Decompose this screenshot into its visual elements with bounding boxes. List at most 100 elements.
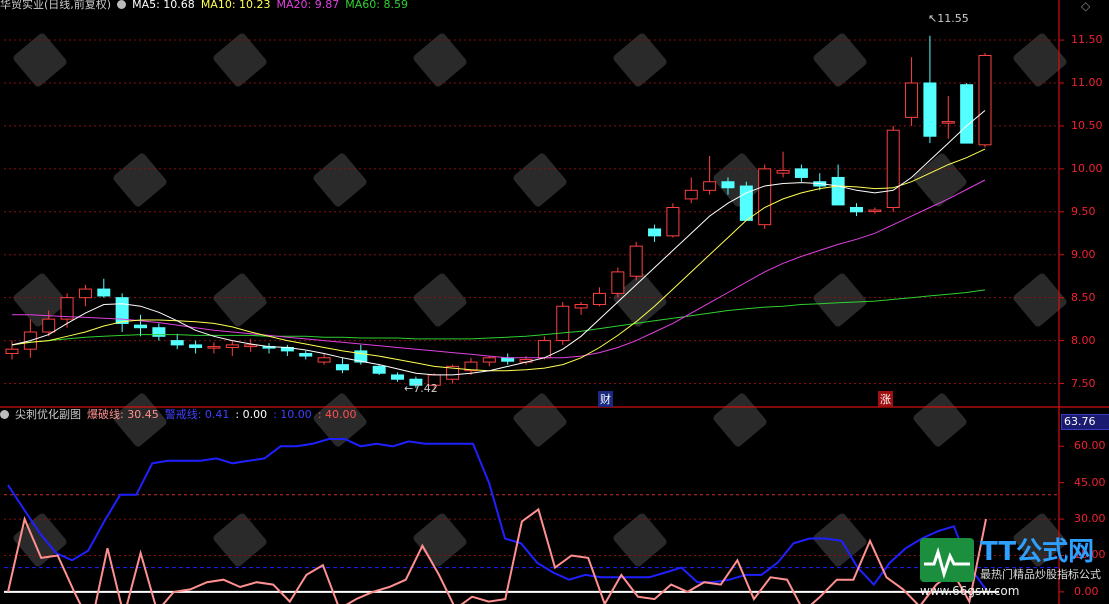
candle-body [868, 209, 882, 213]
watermark-tile [513, 393, 567, 447]
candle-body [721, 181, 735, 189]
candle-body [794, 168, 808, 178]
candle-body [317, 357, 331, 363]
candle-body [335, 364, 349, 371]
candle-body [372, 365, 386, 374]
logo-icon [920, 538, 974, 582]
candle-body [629, 245, 643, 277]
marker-zhang: 涨 [878, 391, 893, 407]
candle-body [923, 82, 937, 137]
ma5-label: MA5: 10.68 [132, 0, 195, 11]
watermark-tile [13, 273, 67, 327]
ma10-label: MA10: 10.23 [200, 0, 271, 11]
sub-tick-label: 60.00 [1074, 439, 1106, 453]
slogan-text: 最热门精品炒股指标公式 [980, 568, 1101, 581]
watermark-tile [413, 513, 467, 567]
high-price-label: ↖11.55 [928, 12, 969, 25]
line2-label: 警戒线: 0.41 [164, 408, 230, 421]
watermark-logo: TT公式网 最热门精品炒股指标公式 www.66gsw.com [920, 538, 1101, 598]
main-tick-label: 9.00 [1071, 247, 1096, 261]
candle-body [574, 304, 588, 309]
marker-cai: 财 [598, 391, 613, 407]
sub-tick-label: 45.00 [1074, 475, 1106, 489]
high-price-value: 11.55 [937, 12, 969, 25]
candle-body [78, 288, 92, 299]
main-tick-label: 11.00 [1071, 75, 1103, 89]
candle-body [648, 228, 662, 237]
main-tick-label: 10.50 [1071, 118, 1103, 132]
grid-lines [4, 39, 1064, 593]
candle-body [776, 170, 790, 174]
sub-chart [4, 438, 1059, 604]
candle-body [886, 129, 900, 208]
sub-title: 尖刺优化副图 [15, 408, 81, 421]
candle-body [703, 181, 717, 191]
sub-header: 尖刺优化副图 爆破线: 30.45 警戒线: 0.41 : 0.00 : 10.00 : … [0, 409, 363, 421]
line1-label: 爆破线: 30.45 [87, 408, 159, 421]
series-blue-line [7, 438, 987, 590]
main-tick-label: 10.00 [1071, 161, 1103, 175]
settings-circle-icon[interactable] [117, 0, 127, 9]
candle-body [537, 340, 551, 359]
candle-body [170, 340, 184, 346]
diamond-icon[interactable]: ◇ [1081, 0, 1090, 13]
sub-tick-label: 30.00 [1074, 512, 1106, 526]
watermark-tile [213, 513, 267, 567]
candle-body [666, 207, 680, 237]
candle-body [189, 344, 203, 348]
candle-body [42, 318, 56, 333]
main-tick-label: 7.50 [1071, 376, 1096, 390]
candle-body [592, 292, 606, 306]
main-tick-label: 8.00 [1071, 333, 1096, 347]
candle-body [391, 374, 405, 380]
main-chart [5, 35, 992, 391]
ma20-label: MA20: 9.87 [276, 0, 340, 11]
line3-label: : 0.00 [235, 408, 268, 421]
candle-body [849, 207, 863, 213]
candle-body [758, 168, 772, 226]
candle-body [97, 288, 111, 297]
candle-body [225, 344, 239, 348]
watermark-tile [913, 393, 967, 447]
watermark-tile [113, 153, 167, 207]
url-text: www.66gsw.com [920, 584, 1020, 598]
watermark-tile [713, 393, 767, 447]
line4-label: : 10.00 [273, 408, 312, 421]
candle-body [207, 346, 221, 349]
candle-body [905, 82, 919, 118]
candle-body [978, 55, 992, 146]
watermark-tile [413, 273, 467, 327]
chart-canvas [0, 0, 1109, 604]
candle-body [299, 352, 313, 357]
main-tick-label: 9.50 [1071, 204, 1096, 218]
candle-body [831, 176, 845, 206]
watermark-tile [213, 273, 267, 327]
brand-text: TT公式网 [980, 537, 1095, 567]
candle-body [941, 121, 955, 124]
low-price-value: 7.42 [413, 382, 438, 395]
sub-settings-circle-icon[interactable] [0, 410, 9, 419]
watermark-tiles [13, 33, 1067, 567]
candle-body [684, 189, 698, 200]
candle-body [482, 357, 496, 363]
candle-body [960, 84, 974, 144]
candle-body [134, 324, 148, 329]
watermark-tile [1013, 273, 1067, 327]
watermark-tile [313, 153, 367, 207]
candle-body [244, 344, 258, 348]
watermark-tile [813, 273, 867, 327]
main-tick-label: 8.50 [1071, 290, 1096, 304]
stock-title: 华贸实业(日线,前复权) [0, 0, 112, 11]
main-tick-label: 11.50 [1071, 33, 1103, 47]
line5-label: : 40.00 [317, 408, 357, 421]
watermark-tile [513, 153, 567, 207]
candle-body [611, 271, 625, 294]
current-value-badge: 63.76 [1061, 414, 1109, 430]
candle-body [5, 348, 19, 354]
main-header: 华贸实业(日线,前复权) MA5: 10.68 MA10: 10.23 MA20: 9… [0, 0, 414, 11]
panel-frame [0, 0, 1109, 604]
candle-body [556, 305, 570, 342]
ma60-label: MA60: 8.59 [345, 0, 408, 11]
low-price-label: ←7.42 [404, 382, 438, 395]
watermark-tile [613, 513, 667, 567]
